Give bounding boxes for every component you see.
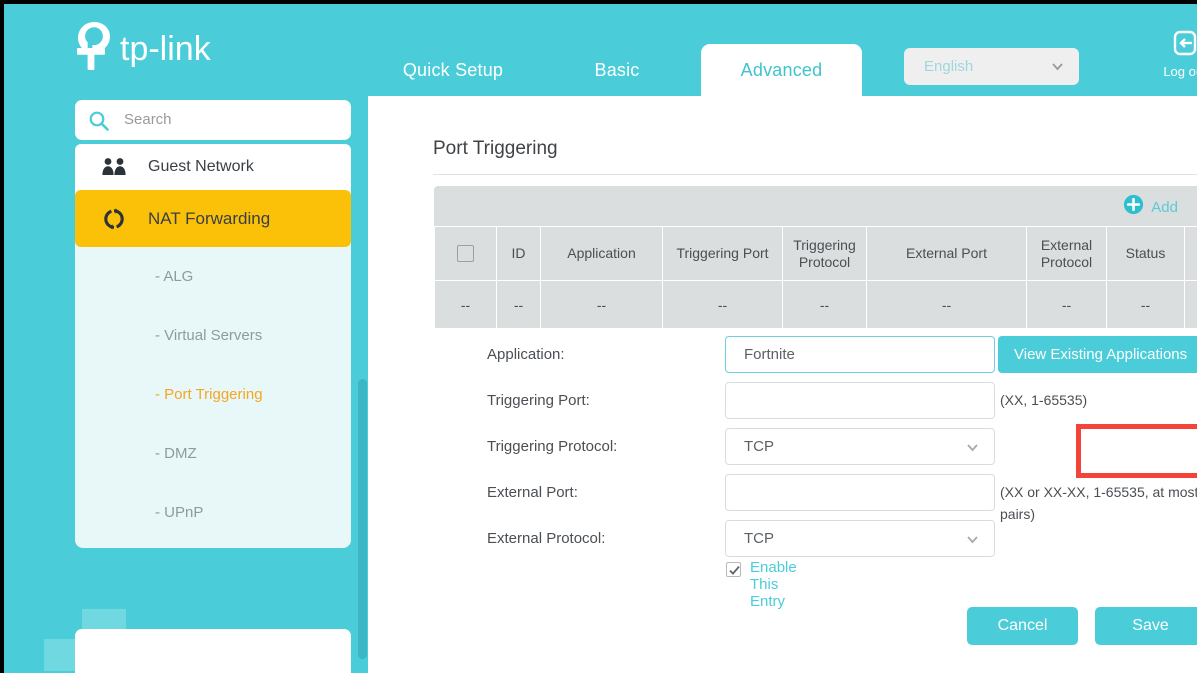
router-admin-page: tp-link Quick Setup Basic Advanced Engli… bbox=[4, 4, 1197, 673]
label-triggering-port: Triggering Port: bbox=[487, 392, 590, 409]
sidebar-subitem-upnp[interactable]: - UPnP bbox=[75, 483, 351, 542]
table-row[interactable]: -- -- -- -- -- -- -- -- bbox=[434, 280, 1197, 329]
cell-triggering-protocol: -- bbox=[782, 280, 867, 329]
search-placeholder: Search bbox=[124, 111, 172, 128]
logout-button[interactable]: Log out bbox=[1154, 28, 1197, 79]
chevron-down-icon bbox=[965, 440, 980, 460]
port-triggering-table: Add ID Application Triggering Port Trigg… bbox=[434, 186, 1197, 329]
label-external-port: External Port: bbox=[487, 484, 578, 501]
external-port-input[interactable] bbox=[725, 474, 995, 511]
search-input[interactable]: Search bbox=[75, 100, 351, 140]
application-value: Fortnite bbox=[744, 346, 795, 363]
column-triggering-protocol: Triggering Protocol bbox=[782, 226, 867, 281]
sidebar-subitem-dmz[interactable]: - DMZ bbox=[75, 424, 351, 483]
sidebar-item-label: Guest Network bbox=[148, 158, 254, 175]
save-button[interactable]: Save bbox=[1095, 607, 1197, 645]
search-icon bbox=[88, 110, 110, 137]
cell-select[interactable]: -- bbox=[434, 280, 497, 329]
chevron-down-icon bbox=[1050, 59, 1065, 74]
form-row-external-protocol: External Protocol: TCP bbox=[368, 516, 1197, 561]
cell-status: -- bbox=[1106, 280, 1185, 329]
sidebar-item-next[interactable] bbox=[75, 649, 351, 673]
form-row-triggering-protocol: Triggering Protocol: TCP bbox=[368, 424, 1197, 469]
cell-external-protocol: -- bbox=[1026, 280, 1107, 329]
external-protocol-select[interactable]: TCP bbox=[725, 520, 995, 557]
language-selector[interactable]: English bbox=[904, 48, 1079, 85]
table-toolbar: Add bbox=[434, 186, 1197, 226]
plus-circle-icon bbox=[1123, 194, 1144, 220]
entries-table: ID Application Triggering Port Triggerin… bbox=[434, 226, 1197, 329]
enable-this-entry-checkbox[interactable] bbox=[726, 562, 741, 577]
column-id: ID bbox=[496, 226, 541, 281]
sidebar-group-nat-forwarding: NAT Forwarding - ALG - Virtual Servers -… bbox=[75, 190, 351, 548]
chevron-down-icon bbox=[965, 532, 980, 552]
label-triggering-protocol: Triggering Protocol: bbox=[487, 438, 618, 455]
column-status: Status bbox=[1106, 226, 1185, 281]
view-existing-applications-button[interactable]: View Existing Applications bbox=[998, 336, 1197, 373]
application-input[interactable]: Fortnite bbox=[725, 336, 995, 373]
tab-advanced[interactable]: Advanced bbox=[701, 44, 862, 96]
triggering-protocol-select[interactable]: TCP bbox=[725, 428, 995, 465]
sidebar-subitem-alg[interactable]: - ALG bbox=[75, 247, 351, 306]
guest-network-icon bbox=[97, 157, 131, 177]
logout-label: Log out bbox=[1163, 64, 1197, 79]
cell-id: -- bbox=[496, 280, 541, 329]
select-all-checkbox[interactable] bbox=[457, 245, 474, 263]
column-triggering-port: Triggering Port bbox=[662, 226, 783, 281]
tab-basic[interactable]: Basic bbox=[553, 44, 681, 96]
triggering-protocol-value: TCP bbox=[744, 438, 774, 455]
label-external-protocol: External Protocol: bbox=[487, 530, 606, 547]
form-row-application: Application: Fortnite View Existing Appl… bbox=[368, 332, 1197, 377]
column-external-protocol: External Protocol bbox=[1026, 226, 1107, 281]
main-content: Port Triggering Add ID Application Trigg… bbox=[368, 96, 1197, 673]
sidebar-item-guest-network[interactable]: Guest Network bbox=[75, 144, 351, 190]
sidebar-subitem-port-triggering[interactable]: - Port Triggering bbox=[75, 365, 351, 424]
sidebar-scrollbar-thumb[interactable] bbox=[358, 379, 367, 659]
sidebar-subitem-virtual-servers[interactable]: - Virtual Servers bbox=[75, 306, 351, 365]
column-external-port: External Port bbox=[866, 226, 1027, 281]
form-row-external-port: External Port: (XX or XX-XX, 1-65535, at… bbox=[368, 470, 1197, 522]
table-header-row: ID Application Triggering Port Triggerin… bbox=[434, 226, 1197, 281]
logout-icon bbox=[1154, 28, 1197, 63]
cell-application: -- bbox=[540, 280, 663, 329]
external-protocol-value: TCP bbox=[744, 530, 774, 547]
hint-triggering-port: (XX, 1-65535) bbox=[1000, 392, 1088, 408]
form-row-triggering-port: Triggering Port: (XX, 1-65535) bbox=[368, 378, 1197, 423]
column-modify bbox=[1184, 226, 1197, 281]
tp-link-logo: tp-link bbox=[72, 18, 272, 74]
add-label: Add bbox=[1151, 198, 1178, 216]
top-header: tp-link Quick Setup Basic Advanced Engli… bbox=[4, 4, 1197, 96]
sidebar-item-label: NAT Forwarding bbox=[148, 208, 271, 228]
cell-modify bbox=[1184, 280, 1197, 329]
sidebar-item-nat-forwarding[interactable]: NAT Forwarding bbox=[75, 190, 351, 247]
language-label: English bbox=[924, 58, 974, 75]
triggering-port-input[interactable] bbox=[725, 382, 995, 419]
enable-this-entry-label[interactable]: Enable This Entry bbox=[750, 559, 797, 610]
label-application: Application: bbox=[487, 346, 565, 363]
nat-forwarding-icon bbox=[97, 207, 131, 231]
sidebar: Search Guest Network NAT Forwarding - AL… bbox=[4, 96, 368, 673]
title-divider bbox=[433, 174, 1197, 175]
tab-quick-setup[interactable]: Quick Setup bbox=[381, 44, 525, 96]
cell-external-port: -- bbox=[866, 280, 1027, 329]
select-all-cell bbox=[434, 226, 497, 281]
cell-triggering-port: -- bbox=[662, 280, 783, 329]
cancel-button[interactable]: Cancel bbox=[967, 607, 1078, 645]
add-button[interactable]: Add bbox=[1123, 194, 1178, 220]
svg-text:tp-link: tp-link bbox=[120, 30, 212, 68]
page-title: Port Triggering bbox=[433, 138, 558, 159]
column-application: Application bbox=[540, 226, 663, 281]
